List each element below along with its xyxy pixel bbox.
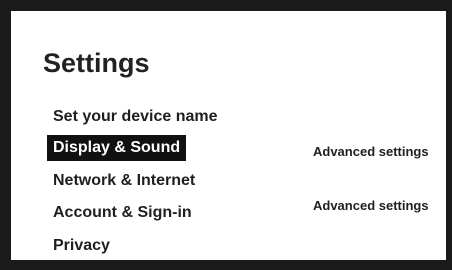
settings-screen: Settings Set your device name Display & … bbox=[0, 0, 452, 270]
menu-item-network-internet[interactable]: Network & Internet bbox=[47, 168, 201, 194]
settings-menu: Set your device name Display & Sound Net… bbox=[11, 11, 446, 260]
menu-item-set-device-name[interactable]: Set your device name bbox=[47, 104, 224, 130]
advanced-settings-link-account[interactable]: Advanced settings bbox=[313, 194, 429, 218]
menu-item-display-sound[interactable]: Display & Sound bbox=[47, 135, 187, 161]
advanced-settings-link-display[interactable]: Advanced settings bbox=[313, 140, 429, 164]
menu-item-privacy[interactable]: Privacy bbox=[47, 233, 116, 259]
menu-item-account-sign-in[interactable]: Account & Sign-in bbox=[47, 200, 198, 226]
